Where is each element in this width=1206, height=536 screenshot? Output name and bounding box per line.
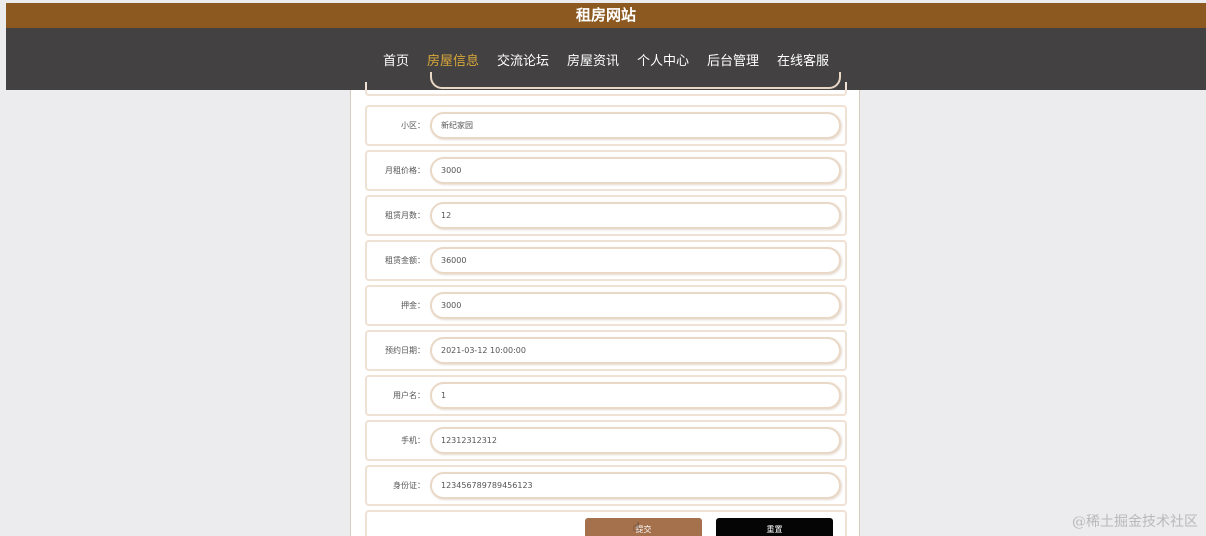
- form-row-deposit: 押金： 3000: [365, 285, 847, 326]
- form-actions: 提交 重置: [365, 510, 847, 536]
- form-row-monthly-rent: 月租价格： 3000: [365, 150, 847, 191]
- deposit-label: 押金：: [401, 301, 425, 310]
- booking-date-label: 预约日期：: [385, 346, 425, 355]
- form-row-partial: [365, 72, 847, 96]
- booking-date-input[interactable]: 2021-03-12 10:00:00: [430, 337, 841, 364]
- form-row-phone: 手机： 12312312312: [365, 420, 847, 461]
- username-input[interactable]: 1: [430, 382, 841, 409]
- nav-forum[interactable]: 交流论坛: [497, 50, 549, 69]
- phone-input[interactable]: 12312312312: [430, 427, 841, 454]
- community-label: 小区：: [401, 121, 425, 130]
- community-input[interactable]: 新纪家园: [430, 112, 841, 139]
- nav-home[interactable]: 首页: [383, 50, 409, 69]
- form-row-username: 用户名： 1: [365, 375, 847, 416]
- lease-amount-label: 租赁金额：: [385, 256, 425, 265]
- form-row-lease-amount: 租赁金额： 36000: [365, 240, 847, 281]
- nav-house-news[interactable]: 房屋资讯: [567, 50, 619, 69]
- username-label: 用户名：: [393, 391, 425, 400]
- id-card-label: 身份证：: [393, 481, 425, 490]
- site-title: 租房网站: [6, 3, 1206, 28]
- monthly-rent-label: 月租价格：: [385, 166, 425, 175]
- monthly-rent-input[interactable]: 3000: [430, 157, 841, 184]
- form-row-booking-date: 预约日期： 2021-03-12 10:00:00: [365, 330, 847, 371]
- reset-button[interactable]: 重置: [716, 518, 833, 536]
- form-row-id-card: 身份证： 123456789789456123: [365, 465, 847, 506]
- form-row-lease-months: 租赁月数： 12: [365, 195, 847, 236]
- id-card-input[interactable]: 123456789789456123: [430, 472, 841, 499]
- nav-admin[interactable]: 后台管理: [707, 50, 759, 69]
- hand-cursor-icon: ☝: [633, 520, 641, 534]
- deposit-input[interactable]: 3000: [430, 292, 841, 319]
- field-input-partial[interactable]: [430, 72, 841, 89]
- nav-house-info[interactable]: 房屋信息: [427, 50, 479, 69]
- form-row-community: 小区： 新纪家园: [365, 105, 847, 146]
- nav-personal-center[interactable]: 个人中心: [637, 50, 689, 69]
- nav-customer-service[interactable]: 在线客服: [777, 50, 829, 69]
- phone-label: 手机：: [401, 436, 425, 445]
- lease-months-label: 租赁月数：: [385, 211, 425, 220]
- booking-form: 小区： 新纪家园 月租价格： 3000 租赁月数： 12 租赁金额： 36000…: [350, 72, 860, 536]
- submit-button[interactable]: 提交: [585, 518, 702, 536]
- watermark: @稀土掘金技术社区: [1072, 514, 1198, 530]
- lease-amount-input[interactable]: 36000: [430, 247, 841, 274]
- lease-months-input[interactable]: 12: [430, 202, 841, 229]
